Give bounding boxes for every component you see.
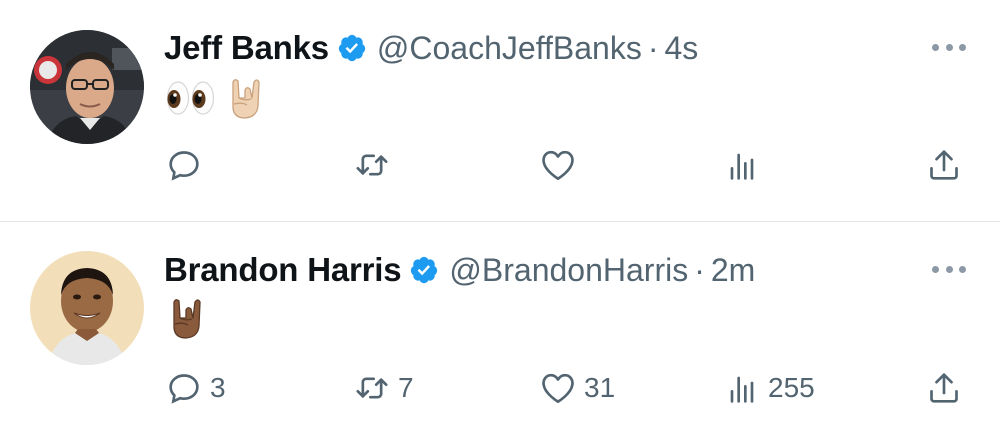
handle[interactable]: @CoachJeffBanks (377, 30, 642, 67)
reply-button[interactable] (164, 143, 210, 187)
views-icon (722, 368, 762, 408)
retweet-count: 7 (398, 372, 414, 403)
share-icon (924, 145, 964, 185)
timestamp[interactable]: 2m (711, 252, 755, 289)
tweet-header: Brandon Harris @BrandonHarris · 2m (164, 246, 755, 294)
verified-badge-icon (337, 33, 367, 63)
reply-icon (164, 145, 204, 185)
views-count: 255 (768, 372, 815, 403)
handle[interactable]: @BrandonHarris (449, 252, 688, 289)
reply-button[interactable]: 3 (164, 366, 226, 410)
display-name[interactable]: Jeff Banks (164, 29, 329, 67)
like-count: 31 (584, 372, 616, 403)
eyes-emoji (166, 78, 216, 129)
like-button[interactable] (538, 143, 584, 187)
separator: · (647, 29, 659, 66)
tweet-header: Jeff Banks @CoachJeffBanks · 4s (164, 24, 698, 72)
retweet-button[interactable]: 7 (352, 366, 414, 410)
verified-badge-icon (409, 255, 439, 285)
share-button[interactable] (924, 366, 964, 410)
like-icon (538, 145, 578, 185)
retweet-button[interactable] (352, 143, 398, 187)
display-name[interactable]: Brandon Harris (164, 251, 402, 289)
share-icon (924, 368, 964, 408)
avatar[interactable] (30, 30, 144, 144)
views-button[interactable] (722, 143, 768, 187)
views-button[interactable]: 255 (722, 366, 815, 410)
views-icon (722, 145, 762, 185)
tweet-actions (0, 143, 1000, 187)
retweet-icon (352, 145, 392, 185)
sign-of-the-horns-dark-emoji (166, 296, 208, 351)
tweet[interactable]: Jeff Banks @CoachJeffBanks · 4s (0, 0, 1000, 221)
retweet-icon (352, 368, 392, 408)
tweet-text (166, 76, 267, 131)
share-button[interactable] (924, 143, 964, 187)
tweet-text (166, 296, 208, 351)
sign-of-the-horns-light-emoji (225, 76, 267, 131)
tweet-actions: 3 7 31 255 (0, 366, 1000, 410)
more-icon[interactable] (932, 264, 966, 274)
like-button[interactable]: 31 (538, 366, 615, 410)
avatar[interactable] (30, 251, 144, 365)
like-icon (538, 368, 578, 408)
tweet[interactable]: Brandon Harris @BrandonHarris · 2m 3 7 3… (0, 222, 1000, 438)
more-icon[interactable] (932, 42, 966, 52)
reply-icon (164, 368, 204, 408)
timestamp[interactable]: 4s (664, 30, 698, 67)
separator: · (694, 251, 705, 288)
reply-count: 3 (210, 372, 226, 403)
